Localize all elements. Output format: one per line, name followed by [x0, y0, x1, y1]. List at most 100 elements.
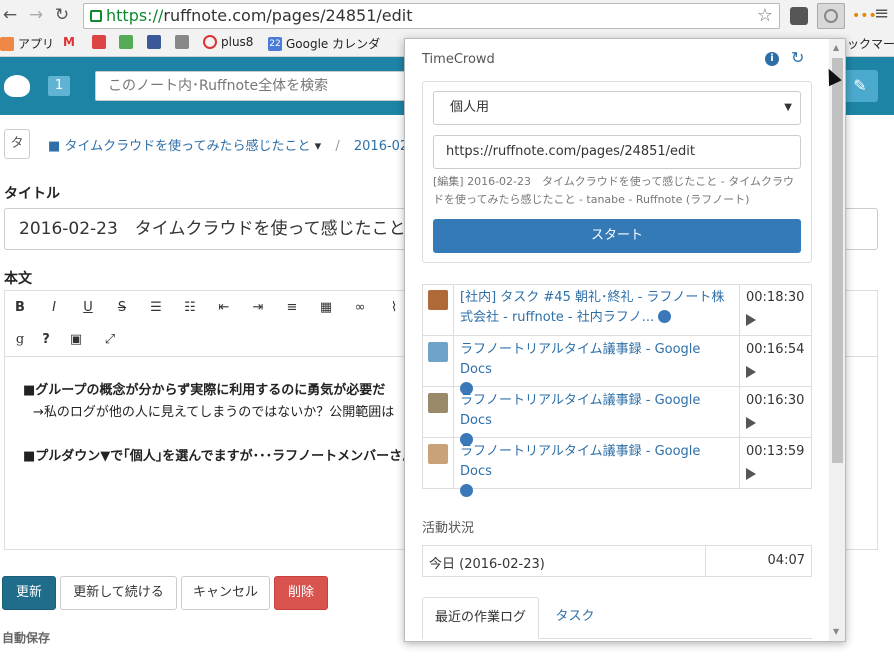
bookmark-evernote[interactable] — [119, 35, 133, 49]
table-row[interactable]: [社内] タスク #45 朝礼･終礼 - ラフノート株式会社 - ruffnot… — [422, 284, 812, 336]
indent-icon[interactable]: ⇥ — [247, 297, 269, 319]
note-icon[interactable]: タ — [4, 129, 30, 159]
table-icon[interactable]: ▦ — [315, 297, 337, 319]
todoist-icon — [92, 35, 106, 49]
bookmark-google-calendar[interactable]: 22 Google カレンダ — [268, 35, 380, 52]
tab-tasks[interactable]: タスク — [545, 597, 605, 637]
numbered-list-icon[interactable]: ☷ — [179, 297, 201, 319]
bookmark-apps[interactable]: アプリ — [0, 35, 54, 52]
page-title-hint: [編集] 2016-02-23 タイムクラウドを使って感じたこと - タイムクラ… — [433, 175, 794, 206]
team-select[interactable]: 個人用 ▼ — [433, 91, 801, 125]
gist-icon[interactable]: g — [9, 329, 31, 351]
entry-title-link[interactable]: ラフノートリアルタイム議事録 - Google Docs — [460, 442, 733, 482]
star-icon[interactable]: ☆ — [757, 4, 773, 28]
scroll-thumb[interactable] — [832, 58, 843, 463]
url-scheme: https:// — [106, 6, 164, 25]
breadcrumb: ■ タイムクラウドを使ってみたら感じたこと ▾ / 2016-02- — [48, 135, 413, 154]
bookmark-plus8[interactable]: plus8 — [203, 35, 253, 49]
back-icon[interactable]: ← — [0, 5, 20, 25]
autosave-label: 自動保存 — [2, 631, 51, 645]
bookmark-todoist[interactable] — [92, 35, 106, 49]
body-line: ■プルダウン▼で｢個人｣を選んでますが･･･ラフノートメンバーさん — [23, 449, 416, 464]
evernote-icon — [119, 35, 133, 49]
url-field[interactable]: https://ruffnote.com/pages/24851/edit — [433, 135, 801, 169]
timecrowd-popup: TimeCrowd i ↻ 個人用 ▼ https://ruffnote.com… — [404, 38, 846, 642]
address-bar[interactable]: https://ruffnote.com/pages/24851/edit ☆ — [83, 3, 780, 29]
notification-badge[interactable]: 1 — [48, 76, 70, 96]
align-icon[interactable]: ≡ — [281, 297, 303, 319]
forward-icon[interactable]: → — [26, 5, 46, 25]
body-line: →私のログが他の人に見えてしまうのではないか？公開範囲は — [33, 405, 395, 420]
facebook-icon — [147, 35, 161, 49]
table-row[interactable]: ラフノートリアルタイム議事録 - Google Docs 00:16:30 — [422, 387, 812, 446]
evernote-extension-icon[interactable] — [790, 7, 808, 25]
avatar — [428, 393, 448, 413]
scroll-down-icon[interactable]: ▼ — [833, 627, 839, 636]
globe-icon — [658, 310, 672, 323]
body-label: 本文 — [4, 271, 32, 287]
fullscreen-icon[interactable]: ⤢ — [99, 329, 121, 351]
gmail-icon: M — [63, 35, 75, 49]
start-button[interactable]: スタート — [433, 219, 801, 253]
select-caret-icon: ▼ — [784, 102, 792, 113]
entry-time: 00:13:59 — [746, 444, 805, 459]
avatar — [428, 444, 448, 464]
play-icon[interactable] — [746, 417, 756, 429]
globe-icon — [460, 484, 473, 497]
paste-icon[interactable]: ▣ — [65, 329, 87, 351]
lock-icon — [90, 10, 102, 22]
delete-button[interactable]: 削除 — [274, 576, 328, 610]
link-icon[interactable]: ∞ — [349, 297, 371, 319]
avatar — [428, 342, 448, 362]
menu-icon[interactable]: ≡ — [874, 3, 889, 24]
bookmark-facebook[interactable] — [147, 35, 161, 49]
paperclip-icon[interactable]: ⌇ — [383, 297, 405, 319]
play-icon[interactable] — [746, 468, 756, 480]
bookmark-site[interactable] — [175, 35, 189, 49]
italic-icon[interactable]: I — [43, 297, 65, 319]
today-time: 04:07 — [767, 553, 805, 568]
search-input[interactable]: このノート内･Ruffnote全体を検索 — [95, 71, 425, 101]
ruffnote-bird-logo[interactable] — [4, 75, 30, 97]
tab-recent-log[interactable]: 最近の作業ログ — [422, 597, 539, 639]
underline-icon[interactable]: U — [77, 297, 99, 319]
play-icon[interactable] — [746, 314, 756, 326]
info-icon[interactable]: i — [765, 52, 779, 66]
popup-app-name: TimeCrowd — [422, 52, 495, 67]
play-icon[interactable] — [746, 366, 756, 378]
update-continue-button[interactable]: 更新して続ける — [60, 576, 177, 610]
plus8-icon — [203, 35, 217, 49]
bookmark-gmail[interactable]: M — [63, 35, 75, 49]
calendar-icon: 22 — [268, 36, 282, 51]
activity-heading: 活動状況 — [422, 521, 475, 536]
table-row[interactable]: ラフノートリアルタイム議事録 - Google Docs 00:16:54 — [422, 336, 812, 395]
cancel-button[interactable]: キャンセル — [181, 576, 270, 610]
title-label: タイトル — [4, 186, 60, 202]
entry-time: 00:16:30 — [746, 393, 805, 408]
today-summary-row: 今日 (2016-02-23) 04:07 — [422, 545, 812, 577]
avatar — [428, 290, 448, 310]
scroll-up-icon[interactable]: ▲ — [833, 43, 839, 52]
outdent-icon[interactable]: ⇤ — [213, 297, 235, 319]
bold-icon[interactable]: B — [9, 297, 31, 319]
site-icon — [175, 35, 189, 49]
breadcrumb-separator: / — [335, 139, 340, 154]
bullet-list-icon[interactable]: ☰ — [145, 297, 167, 319]
breadcrumb-note-link[interactable]: タイムクラウドを使ってみたら感じたこと — [64, 139, 310, 154]
update-button[interactable]: 更新 — [2, 576, 56, 610]
body-line: ■グループの概念が分からず実際に利用するのに勇気が必要だ — [23, 383, 386, 398]
refresh-icon[interactable]: ↻ — [791, 48, 804, 67]
popup-scrollbar[interactable]: ▲ ▼ — [829, 39, 845, 641]
entry-title-link[interactable]: [社内] タスク #45 朝礼･終礼 - ラフノート株式会社 - ruffnot… — [460, 290, 724, 325]
reload-icon[interactable]: ↻ — [52, 5, 72, 25]
today-label: 今日 (2016-02-23) — [429, 557, 545, 572]
entry-title-link[interactable]: ラフノートリアルタイム議事録 - Google Docs — [460, 340, 733, 380]
bookmark-overflow[interactable]: ックマー — [847, 35, 894, 52]
help-icon[interactable]: ? — [35, 329, 57, 351]
strikethrough-icon[interactable]: S — [111, 297, 133, 319]
table-row[interactable]: ラフノートリアルタイム議事録 - Google Docs 00:13:59 — [422, 438, 812, 497]
entry-title-link[interactable]: ラフノートリアルタイム議事録 - Google Docs — [460, 391, 733, 431]
edit-pencil-button[interactable]: ✎ — [842, 70, 878, 102]
timecrowd-extension-icon[interactable] — [817, 3, 845, 29]
caret-down-icon[interactable]: ▾ — [315, 139, 322, 154]
